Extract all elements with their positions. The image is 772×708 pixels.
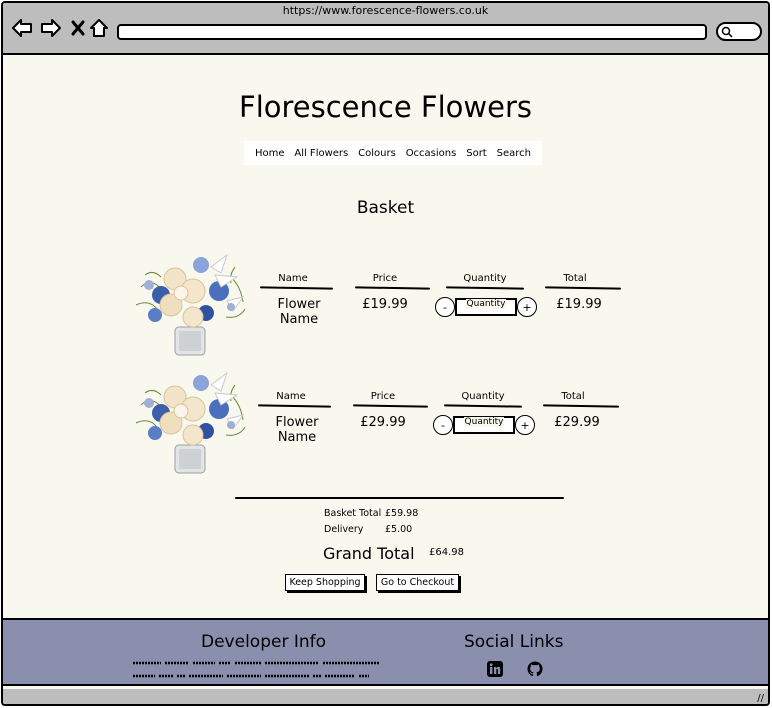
browser-window: https://www.forescence-flowers.co.uk Flo… [1, 1, 770, 706]
col-divider [443, 404, 523, 408]
github-icon[interactable] [527, 661, 543, 677]
browser-chrome: https://www.forescence-flowers.co.uk [3, 3, 768, 55]
nav-item-all-flowers[interactable]: All Flowers [294, 148, 348, 159]
basket-item: Name Price Quantity Total Flower Name £1… [131, 247, 631, 362]
item-total: £19.99 [556, 297, 602, 312]
page-content: Florescence Flowers Home All Flowers Col… [3, 57, 768, 620]
home-icon[interactable] [88, 17, 110, 39]
item-name: Flower Name [275, 415, 319, 445]
main-nav: Home All Flowers Colours Occasions Sort … [244, 141, 542, 165]
basket-heading: Basket [356, 198, 415, 218]
basket-item: Name Price Quantity Total Flower Name £2… [131, 365, 631, 480]
increase-quantity-button[interactable]: + [515, 415, 535, 435]
checkout-button[interactable]: Go to Checkout [376, 574, 459, 591]
col-header-price: Price [372, 273, 398, 284]
social-links-title: Social Links [464, 632, 564, 652]
col-divider [544, 286, 622, 290]
search-icon [721, 26, 733, 38]
basket-total-label: Basket Total [324, 508, 382, 519]
col-header-name: Name [276, 391, 306, 402]
site-title: Florescence Flowers [239, 90, 532, 124]
close-icon[interactable] [67, 17, 89, 39]
quantity-input[interactable]: Quantity [453, 416, 515, 434]
item-total: £29.99 [554, 415, 600, 430]
keep-shopping-button[interactable]: Keep Shopping [285, 574, 365, 591]
back-arrow-icon[interactable] [11, 17, 33, 39]
col-header-price: Price [370, 391, 396, 402]
col-divider [257, 404, 332, 408]
nav-item-occasions[interactable]: Occasions [406, 148, 457, 159]
url-text: https://www.forescence-flowers.co.uk [282, 4, 489, 17]
flower-bouquet-image [135, 253, 246, 356]
item-name: Flower Name [277, 297, 321, 327]
nav-item-colours[interactable]: Colours [358, 148, 396, 159]
linkedin-icon[interactable] [487, 661, 503, 677]
increase-quantity-button[interactable]: + [517, 297, 537, 317]
col-header-name: Name [278, 273, 308, 284]
grand-total-value: £64.98 [429, 547, 464, 558]
col-header-quantity: Quantity [463, 273, 507, 284]
quantity-label: Quantity [465, 299, 507, 309]
col-header-total: Total [561, 391, 585, 402]
nav-item-sort[interactable]: Sort [466, 148, 487, 159]
browser-status-bar: // [3, 689, 768, 704]
browser-search-field[interactable] [716, 22, 762, 41]
col-divider [542, 404, 620, 408]
item-price: £19.99 [362, 297, 408, 312]
col-divider [259, 286, 334, 290]
quantity-input[interactable]: Quantity [455, 298, 517, 316]
col-divider [445, 286, 525, 290]
placeholder-text-scribble [133, 661, 379, 665]
placeholder-text-scribble [133, 674, 369, 678]
col-header-total: Total [563, 273, 587, 284]
developer-info-title: Developer Info [201, 632, 327, 652]
quantity-label: Quantity [463, 417, 505, 427]
delivery-label: Delivery [324, 524, 364, 535]
col-header-quantity: Quantity [461, 391, 505, 402]
summary-divider [235, 497, 564, 499]
nav-item-search[interactable]: Search [497, 148, 531, 159]
decrease-quantity-button[interactable]: - [435, 297, 455, 317]
col-divider [354, 286, 431, 290]
grand-total-label: Grand Total [323, 544, 415, 563]
col-divider [352, 404, 429, 408]
nav-item-home[interactable]: Home [255, 148, 285, 159]
address-bar[interactable] [117, 24, 707, 40]
decrease-quantity-button[interactable]: - [433, 415, 453, 435]
item-price: £29.99 [360, 415, 406, 430]
resize-grip-icon[interactable]: // [757, 693, 764, 704]
forward-arrow-icon[interactable] [40, 17, 62, 39]
delivery-value: £5.00 [385, 524, 413, 535]
site-footer: Developer Info Social Links [3, 618, 768, 686]
flower-bouquet-image [135, 371, 246, 474]
basket-total-value: £59.98 [385, 508, 419, 519]
